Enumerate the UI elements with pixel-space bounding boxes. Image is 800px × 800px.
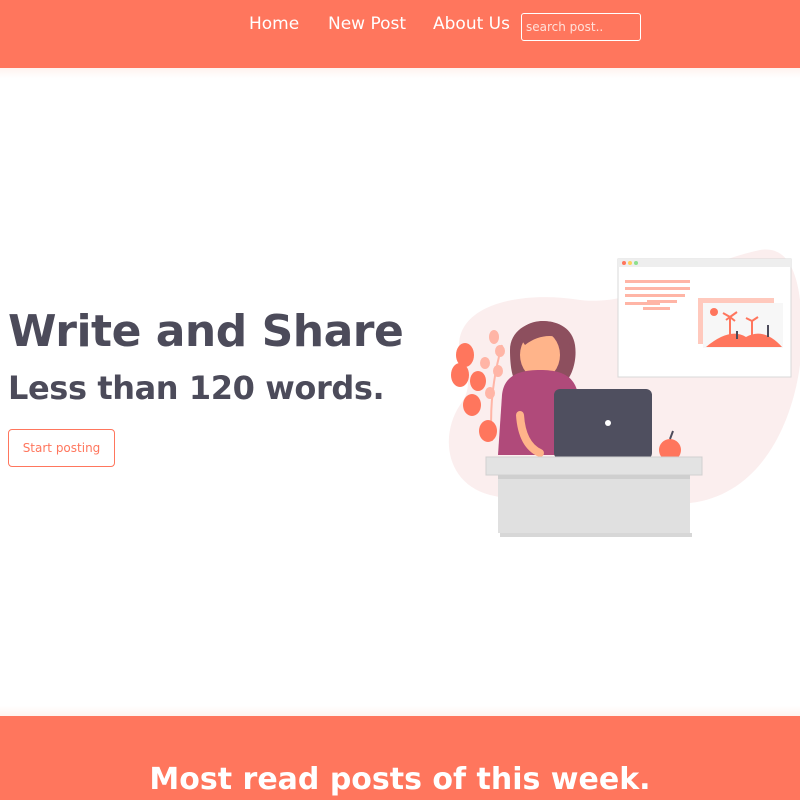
- section-title: Most read posts of this week.: [149, 762, 651, 797]
- nav-link-home[interactable]: Home: [249, 14, 299, 34]
- start-posting-button[interactable]: Start posting: [8, 429, 115, 467]
- hero-title: Write and Share: [8, 306, 404, 357]
- nav-link-new-post[interactable]: New Post: [328, 14, 406, 34]
- woman-at-laptop-illustration: [448, 249, 800, 537]
- section-band-shadow: [0, 706, 800, 716]
- search-input[interactable]: [521, 13, 641, 41]
- hero-subtitle: Less than 120 words.: [8, 369, 385, 407]
- nav-link-about-us[interactable]: About Us: [433, 14, 510, 34]
- navbar: Home New Post About Us: [0, 0, 800, 68]
- desk: [485, 456, 703, 476]
- navbar-shadow: [0, 68, 800, 78]
- laptop: [554, 389, 652, 459]
